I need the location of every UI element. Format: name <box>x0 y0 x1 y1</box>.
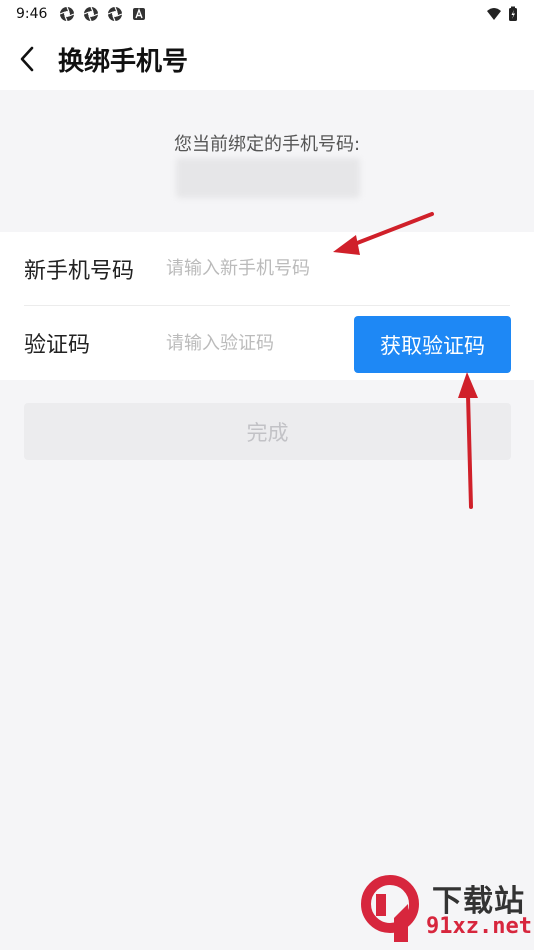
page-title: 换绑手机号 <box>58 46 189 77</box>
verification-code-label: 验证码 <box>24 333 91 358</box>
new-phone-row: 新手机号码 <box>24 232 510 306</box>
system-icons <box>486 6 518 22</box>
current-number-label: 您当前绑定的手机号码: <box>173 134 361 155</box>
current-number-section: 您当前绑定的手机号码: <box>0 90 534 232</box>
get-verification-code-button[interactable]: 获取验证码 <box>354 316 511 373</box>
notification-icons <box>59 6 147 22</box>
watermark-domain: 91xz.net <box>426 914 532 939</box>
battery-icon <box>509 6 517 21</box>
aperture-icon <box>60 6 75 22</box>
a-notification-icon <box>133 8 146 20</box>
new-phone-label: 新手机号码 <box>24 258 135 284</box>
bind-form: 新手机号码 验证码 获取验证码 <box>0 232 534 380</box>
status-bar: 9:46 <box>0 0 534 28</box>
verification-code-row: 验证码 获取验证码 <box>0 306 534 380</box>
site-watermark: 下载站 91xz.net <box>360 874 532 946</box>
back-button[interactable] <box>0 28 54 90</box>
current-number-blurred <box>176 158 360 198</box>
title-bar: 换绑手机号 <box>0 28 534 90</box>
chevron-left-icon <box>20 46 34 72</box>
aperture-icon <box>84 6 99 22</box>
watermark-logo-icon <box>361 875 419 942</box>
verification-code-input[interactable] <box>166 325 356 361</box>
new-phone-input[interactable] <box>166 250 356 287</box>
status-time: 9:46 <box>16 6 48 22</box>
aperture-icon <box>108 6 123 22</box>
done-button[interactable]: 完成 <box>24 403 511 460</box>
wifi-icon <box>487 8 501 20</box>
